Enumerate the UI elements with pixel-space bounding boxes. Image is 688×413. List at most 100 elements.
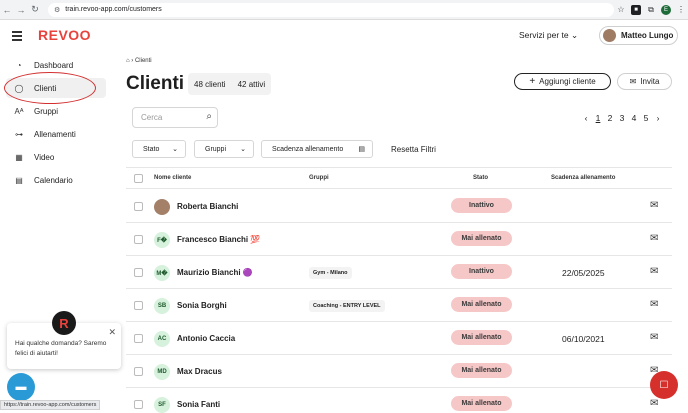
menu-icon[interactable] xyxy=(12,31,22,43)
chevron-down-icon: ⌄ xyxy=(570,30,579,40)
home-icon[interactable]: ⌂ xyxy=(126,58,130,64)
status-badge: Mai allenato xyxy=(451,330,512,345)
table-row[interactable]: AC Antonio Caccia Mai allenato 06/10/202… xyxy=(126,322,672,355)
row-checkbox[interactable] xyxy=(134,334,143,343)
extensions-puzzle-icon[interactable]: ⧉ xyxy=(644,5,658,15)
breadcrumb-current: Clienti xyxy=(134,58,152,64)
address-bar[interactable]: ⚙ train.revoo-app.com/customers xyxy=(48,2,614,17)
sidebar-item-gruppi[interactable]: Aᴬ Gruppi xyxy=(6,101,106,121)
table-row[interactable]: F� Francesco Bianchi 💯 Mai allenato ✉ xyxy=(126,223,672,256)
avatar: MD xyxy=(154,364,170,380)
client-name[interactable]: Antonio Caccia xyxy=(177,334,235,343)
forward-icon[interactable]: → xyxy=(14,5,28,15)
status-badge: Inattivo xyxy=(451,264,512,279)
sidebar-item-allenamenti[interactable]: ⊶ Allenamenti xyxy=(6,124,106,144)
mail-icon[interactable]: ✉ xyxy=(650,200,658,211)
page-4[interactable]: 4 xyxy=(628,113,640,123)
filter-gruppi-label: Gruppi xyxy=(205,145,227,153)
client-name[interactable]: Sonia Borghi xyxy=(177,301,227,310)
profile-avatar[interactable]: E xyxy=(661,4,671,15)
page-5[interactable]: 5 xyxy=(640,113,652,123)
mail-icon: ✉ xyxy=(629,77,637,86)
client-name[interactable]: Francesco Bianchi 💯 xyxy=(177,235,260,244)
mail-icon[interactable]: ✉ xyxy=(650,299,658,310)
row-checkbox[interactable] xyxy=(134,268,143,277)
select-all-checkbox[interactable] xyxy=(134,174,143,183)
avatar xyxy=(603,29,616,42)
bookmark-star-icon[interactable]: ☆ xyxy=(614,5,628,14)
filter-scadenza[interactable]: Scadenza allenamento ▤ xyxy=(261,140,373,158)
table-row[interactable]: Roberta Bianchi Inattivo ✉ xyxy=(126,190,672,223)
avatar: AC xyxy=(154,331,170,347)
highlight-circle xyxy=(4,72,96,104)
user-name: Matteo Lungo xyxy=(621,31,674,40)
pagination: ‹ 1 2 3 4 5 › xyxy=(580,113,664,123)
avatar xyxy=(154,199,170,215)
avatar: SB xyxy=(154,298,170,314)
table-row[interactable]: MD Max Dracus Mai allenato ✉ xyxy=(126,355,672,388)
avatar: M� xyxy=(154,265,170,281)
extension-icon[interactable]: ■ xyxy=(631,4,641,15)
table-row[interactable]: M� Maurizio Bianchi 🟣 Gym - Milano Inatt… xyxy=(126,256,672,289)
prev-page-icon[interactable]: ‹ xyxy=(580,113,592,123)
row-checkbox[interactable] xyxy=(134,367,143,376)
page-1[interactable]: 1 xyxy=(592,113,604,123)
search-icon[interactable]: ⌕ xyxy=(206,111,212,122)
search-input[interactable]: Cerca ⌕ xyxy=(132,107,218,128)
client-name[interactable]: Sonia Fanti xyxy=(177,400,220,409)
row-checkbox[interactable] xyxy=(134,202,143,211)
calendar-icon: ▤ xyxy=(15,175,23,185)
header-expiry[interactable]: Scadenza allenamento xyxy=(551,175,615,181)
mail-icon[interactable]: ✉ xyxy=(650,266,658,277)
table-row[interactable]: SF Sonia Fanti Mai allenato ✉ xyxy=(126,388,672,413)
gauge-icon: ◔ xyxy=(16,60,22,70)
invite-button[interactable]: ✉ Invita xyxy=(617,73,672,90)
mail-icon[interactable]: ✉ xyxy=(650,332,658,343)
back-icon[interactable]: ← xyxy=(0,5,14,15)
active-count: 42 attivi xyxy=(237,79,266,89)
client-name[interactable]: Roberta Bianchi xyxy=(177,202,238,211)
link-preview: https://train.revoo-app.com/customers xyxy=(0,400,101,410)
add-client-label: Aggiungi cliente xyxy=(539,77,596,86)
row-checkbox[interactable] xyxy=(134,400,143,409)
browser-menu-icon[interactable]: ⋮ xyxy=(674,5,688,14)
sidebar-item-video[interactable]: ▦ Video xyxy=(6,147,106,167)
search-placeholder: Cerca xyxy=(141,113,163,122)
page-title: Clienti xyxy=(126,73,185,94)
add-client-button[interactable]: + Aggiungi cliente xyxy=(514,73,611,90)
table-row[interactable]: SB Sonia Borghi Coaching - ENTRY LEVEL M… xyxy=(126,289,672,322)
next-page-icon[interactable]: › xyxy=(652,113,664,123)
close-icon[interactable]: ✕ xyxy=(108,326,116,340)
chat-launcher-button[interactable]: ▬ xyxy=(7,373,35,401)
filter-stato[interactable]: Stato ⌄ xyxy=(132,140,186,158)
services-dropdown[interactable]: Servizi per te ⌄ xyxy=(519,30,578,41)
mail-icon[interactable]: ✉ xyxy=(650,398,658,409)
page-2[interactable]: 2 xyxy=(604,113,616,123)
chat-bubble-icon: ▬ xyxy=(15,381,27,393)
sidebar-item-calendario[interactable]: ▤ Calendario xyxy=(6,170,106,190)
client-name[interactable]: Max Dracus xyxy=(177,367,222,376)
row-checkbox[interactable] xyxy=(134,235,143,244)
mail-icon[interactable]: ✉ xyxy=(650,233,658,244)
reload-icon[interactable]: ↻ xyxy=(28,4,42,15)
client-name[interactable]: Maurizio Bianchi 🟣 xyxy=(177,268,253,277)
row-checkbox[interactable] xyxy=(134,301,143,310)
app-header: REVOO Servizi per te ⌄ Matteo Lungo xyxy=(0,20,688,52)
site-info-icon[interactable]: ⚙ xyxy=(54,6,60,14)
filter-gruppi[interactable]: Gruppi ⌄ xyxy=(194,140,254,158)
breadcrumb: ⌂ › Clienti xyxy=(126,58,152,64)
status-badge: Mai allenato xyxy=(451,297,512,312)
services-label: Servizi per te xyxy=(519,30,569,40)
chat-logo: R xyxy=(52,311,76,335)
reset-filters-button[interactable]: Resetta Filtri xyxy=(391,145,436,154)
sidebar-item-label: Gruppi xyxy=(34,106,59,116)
table-header: Nome cliente Gruppi Stato Scadenza allen… xyxy=(126,167,672,189)
invite-label: Invita xyxy=(640,77,660,86)
expiry-date: 06/10/2021 xyxy=(562,334,605,344)
page-3[interactable]: 3 xyxy=(616,113,628,123)
avatar: F� xyxy=(154,232,170,248)
revoo-logo[interactable]: REVOO xyxy=(38,27,91,43)
support-chat-button[interactable]: ☐ xyxy=(650,371,678,399)
user-menu[interactable]: Matteo Lungo xyxy=(599,26,678,45)
header-name[interactable]: Nome cliente xyxy=(154,175,191,181)
